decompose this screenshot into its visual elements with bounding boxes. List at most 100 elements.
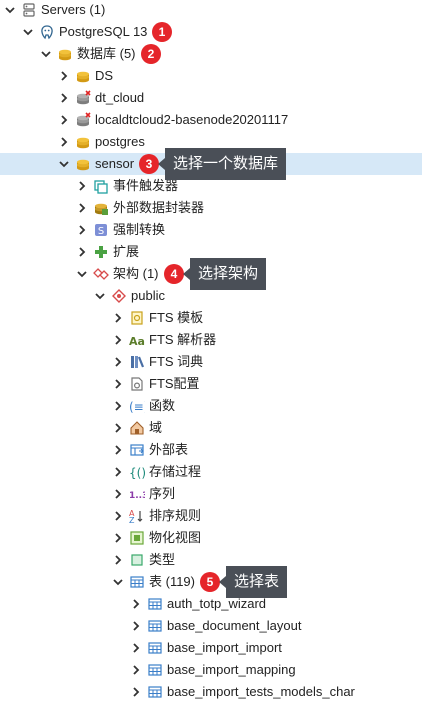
fts-configuration-icon [129, 376, 145, 392]
chevron-down-icon[interactable] [112, 576, 124, 588]
fts-parser-icon: Aa [129, 332, 145, 348]
procedure-icon: {()} [129, 464, 154, 480]
tree-node[interactable]: base_import_import [0, 637, 422, 659]
event-trigger-icon [93, 178, 109, 194]
chevron-right-icon[interactable] [112, 422, 124, 434]
table-icon [147, 618, 163, 634]
step-badge: 1 [152, 22, 172, 42]
database-icon [75, 68, 91, 84]
tree-node[interactable]: PostgreSQL 13 [0, 21, 422, 43]
tree-node-label: 外部数据封装器 [113, 200, 205, 215]
chevron-right-icon[interactable] [76, 224, 88, 236]
step-badge: 4 [164, 264, 184, 284]
tree-node[interactable]: S 强制转换 [0, 219, 422, 241]
tree-node-label: sensor [95, 156, 135, 171]
extension-icon [93, 244, 109, 260]
tree-node[interactable]: base_import_mapping [0, 659, 422, 681]
tree-node[interactable]: {()} 存储过程 [0, 461, 422, 483]
table-icon [147, 596, 163, 612]
chevron-right-icon[interactable] [76, 202, 88, 214]
tree-node-label: public [131, 288, 165, 303]
svg-text:{()}: {()} [129, 466, 145, 480]
tree-node[interactable]: A Z 排序规则 [0, 505, 422, 527]
postgresql-server-icon [39, 24, 55, 40]
tree-node[interactable]: localdtcloud2-basenode20201117 [0, 109, 422, 131]
tree-node-label: base_import_import [167, 640, 282, 655]
chevron-right-icon[interactable] [130, 686, 142, 698]
chevron-right-icon[interactable] [130, 664, 142, 676]
tree-node-label: dt_cloud [95, 90, 145, 105]
chevron-right-icon[interactable] [58, 70, 70, 82]
chevron-right-icon[interactable] [112, 334, 124, 346]
chevron-down-icon[interactable] [40, 48, 52, 60]
foreign-table-icon [129, 442, 145, 458]
tree-node[interactable]: 域 [0, 417, 422, 439]
chevron-down-icon[interactable] [4, 4, 16, 16]
chevron-down-icon[interactable] [22, 26, 34, 38]
tree-node[interactable]: 类型 [0, 549, 422, 571]
svg-text:Aa: Aa [129, 335, 145, 348]
tree-node[interactable]: FTS 词典 [0, 351, 422, 373]
tree-node[interactable]: Servers (1) [0, 0, 422, 21]
chevron-right-icon[interactable] [76, 246, 88, 258]
chevron-right-icon[interactable] [112, 466, 124, 478]
tree-node[interactable]: 数据库 (5) [0, 43, 422, 65]
chevron-right-icon[interactable] [58, 136, 70, 148]
tree-node[interactable]: FTS配置 [0, 373, 422, 395]
tree-node[interactable]: base_import_tests_models_char [0, 681, 422, 703]
tree-node-label: 函数 [149, 398, 176, 413]
servers-icon [21, 2, 37, 18]
tree-node-label: 序列 [149, 486, 176, 501]
collation-icon: AZ [129, 508, 145, 525]
tree-node-label: postgres [95, 134, 145, 149]
chevron-right-icon[interactable] [130, 620, 142, 632]
tree-node[interactable]: (≡) 函数 [0, 395, 422, 417]
chevron-right-icon[interactable] [112, 444, 124, 456]
chevron-right-icon[interactable] [112, 356, 124, 368]
chevron-right-icon[interactable] [112, 400, 124, 412]
tree-node[interactable]: DS [0, 65, 422, 87]
tree-node-label: base_import_tests_models_char [167, 684, 355, 699]
chevron-right-icon[interactable] [76, 180, 88, 192]
tree-node[interactable]: 外部数据封装器 [0, 197, 422, 219]
foreign-data-wrapper-icon [93, 200, 109, 216]
tree-node[interactable]: FTS 模板 [0, 307, 422, 329]
database-disconnected-icon [75, 112, 91, 128]
tree-node[interactable]: base_document_layout [0, 615, 422, 637]
chevron-right-icon[interactable] [130, 598, 142, 610]
tree-node-label: FTS 模板 [149, 310, 204, 325]
tree-node-label: 物化视图 [149, 530, 202, 545]
chevron-down-icon[interactable] [94, 290, 106, 302]
chevron-right-icon[interactable] [130, 642, 142, 654]
domain-icon [129, 420, 145, 436]
svg-text:S: S [98, 226, 104, 237]
chevron-right-icon[interactable] [58, 114, 70, 126]
chevron-right-icon[interactable] [112, 554, 124, 566]
tree-node[interactable]: 1..3 序列 [0, 483, 422, 505]
tree-node-label: PostgreSQL 13 [59, 24, 148, 39]
materialized-view-icon [129, 530, 145, 546]
tables-icon [129, 574, 145, 590]
chevron-right-icon[interactable] [112, 532, 124, 544]
chevron-right-icon[interactable] [112, 510, 124, 522]
tree-node[interactable]: Aa FTS 解析器 [0, 329, 422, 351]
database-icon [75, 156, 91, 172]
chevron-right-icon[interactable] [58, 92, 70, 104]
tree-node-label: Servers (1) [41, 2, 106, 17]
tree-node-label: 域 [149, 420, 163, 435]
chevron-down-icon[interactable] [76, 268, 88, 280]
tree-node-label: 事件触发器 [113, 178, 179, 193]
step-badge: 5 [200, 572, 220, 592]
svg-text:Z: Z [129, 516, 135, 524]
fts-dictionary-icon [129, 354, 145, 370]
chevron-right-icon[interactable] [112, 378, 124, 390]
chevron-right-icon[interactable] [112, 312, 124, 324]
chevron-down-icon[interactable] [58, 158, 70, 170]
tree-node[interactable]: auth_totp_wizard [0, 593, 422, 615]
chevron-right-icon[interactable] [112, 488, 124, 500]
tree-node[interactable]: 物化视图 [0, 527, 422, 549]
table-icon [147, 684, 163, 700]
tree-node[interactable]: 外部表 [0, 439, 422, 461]
tree-node[interactable]: dt_cloud [0, 87, 422, 109]
tree-node-label: FTS 词典 [149, 354, 204, 369]
